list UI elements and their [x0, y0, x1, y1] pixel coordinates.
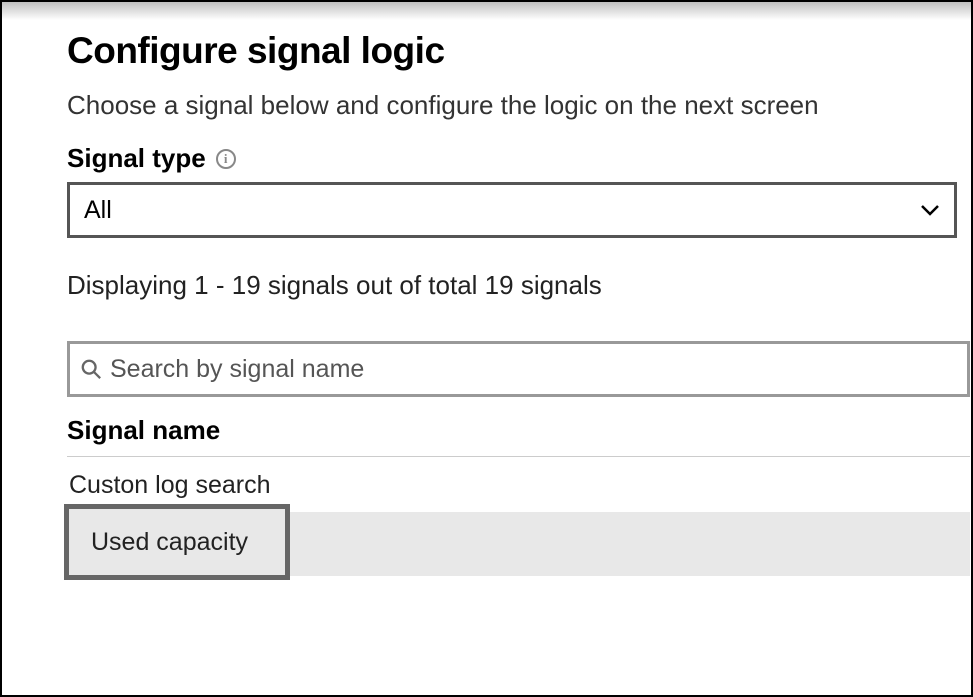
search-box[interactable]: [67, 341, 970, 397]
results-status: Displaying 1 - 19 signals out of total 1…: [67, 270, 971, 301]
chevron-down-icon: [920, 204, 940, 216]
search-icon: [80, 358, 102, 380]
list-item[interactable]: Custon log search: [67, 471, 971, 500]
page-title: Configure signal logic: [67, 30, 971, 72]
selection-highlight: Used capacity: [64, 504, 290, 580]
list-item-label: Used capacity: [91, 528, 248, 557]
signal-type-dropdown[interactable]: All: [67, 182, 957, 238]
signal-type-value: All: [84, 196, 112, 225]
divider: [67, 456, 970, 457]
signal-type-label: Signal type: [67, 143, 206, 174]
search-input[interactable]: [110, 355, 957, 384]
page-subtitle: Choose a signal below and configure the …: [67, 90, 971, 121]
info-icon[interactable]: i: [216, 149, 236, 169]
signal-name-column-header: Signal name: [67, 415, 971, 446]
